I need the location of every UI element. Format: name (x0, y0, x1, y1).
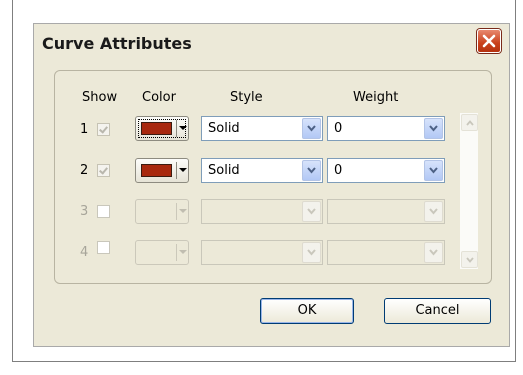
header-weight: Weight (353, 90, 399, 105)
color-picker-divider (176, 244, 177, 261)
row-number-2: 2 (80, 163, 89, 178)
style-dropdown-button-2[interactable] (302, 160, 321, 181)
scroll-down-button[interactable] (461, 251, 478, 268)
dropdown-arrow-icon (179, 250, 187, 254)
weight-select-1[interactable]: 0 (327, 116, 445, 141)
color-picker-divider (176, 162, 177, 179)
color-picker-2[interactable] (135, 158, 189, 183)
chevron-down-icon (429, 125, 438, 132)
color-picker-3[interactable] (135, 199, 189, 224)
dropdown-arrow-icon (179, 126, 187, 130)
show-checkbox-3[interactable] (97, 205, 110, 218)
row-number-3: 3 (80, 204, 89, 219)
dropdown-arrow-icon (179, 209, 187, 213)
ok-button[interactable]: OK (260, 298, 354, 324)
show-checkbox-1[interactable] (97, 123, 110, 136)
rows-scrollbar[interactable] (459, 112, 479, 270)
header-show: Show (82, 90, 118, 105)
cancel-button[interactable]: Cancel (384, 298, 491, 324)
dropdown-arrow-icon (179, 168, 187, 172)
color-picker-divider (176, 120, 177, 137)
chevron-up-icon (466, 120, 474, 126)
close-icon (482, 34, 496, 48)
color-picker-divider (176, 203, 177, 220)
show-checkbox-4[interactable] (97, 241, 110, 254)
weight-dropdown-button-4[interactable] (424, 242, 443, 263)
dialog-title: Curve Attributes (42, 34, 192, 53)
chevron-down-icon (429, 208, 438, 215)
weight-select-3[interactable] (327, 199, 445, 224)
weight-value-2: 0 (334, 163, 343, 178)
close-button[interactable] (477, 29, 501, 53)
header-color: Color (142, 90, 176, 105)
weight-dropdown-button-1[interactable] (424, 118, 443, 139)
style-dropdown-button-3[interactable] (302, 201, 321, 222)
title-bar: Curve Attributes (34, 24, 509, 60)
row-number-1: 1 (80, 122, 89, 137)
row-number-4: 4 (80, 245, 89, 260)
style-select-1[interactable]: Solid (201, 116, 323, 141)
style-select-4[interactable] (201, 240, 323, 265)
weight-dropdown-button-2[interactable] (424, 160, 443, 181)
weight-select-4[interactable] (327, 240, 445, 265)
weight-select-2[interactable]: 0 (327, 158, 445, 183)
color-picker-4[interactable] (135, 240, 189, 265)
scroll-up-button[interactable] (461, 114, 478, 131)
style-value-2: Solid (208, 163, 240, 178)
style-dropdown-button-4[interactable] (302, 242, 321, 263)
chevron-down-icon (307, 125, 316, 132)
chevron-down-icon (307, 249, 316, 256)
style-value-1: Solid (208, 121, 240, 136)
curve-attributes-dialog: Curve Attributes Show Color Style Weight… (33, 23, 510, 347)
color-picker-1[interactable] (135, 116, 189, 141)
style-select-3[interactable] (201, 199, 323, 224)
color-swatch-1 (141, 122, 172, 135)
chevron-down-icon (466, 257, 474, 263)
weight-dropdown-button-3[interactable] (424, 201, 443, 222)
chevron-down-icon (429, 249, 438, 256)
weight-value-1: 0 (334, 121, 343, 136)
header-style: Style (230, 90, 263, 105)
style-dropdown-button-1[interactable] (302, 118, 321, 139)
chevron-down-icon (429, 167, 438, 174)
chevron-down-icon (307, 167, 316, 174)
color-swatch-2 (141, 164, 172, 177)
show-checkbox-2[interactable] (97, 164, 110, 177)
style-select-2[interactable]: Solid (201, 158, 323, 183)
chevron-down-icon (307, 208, 316, 215)
